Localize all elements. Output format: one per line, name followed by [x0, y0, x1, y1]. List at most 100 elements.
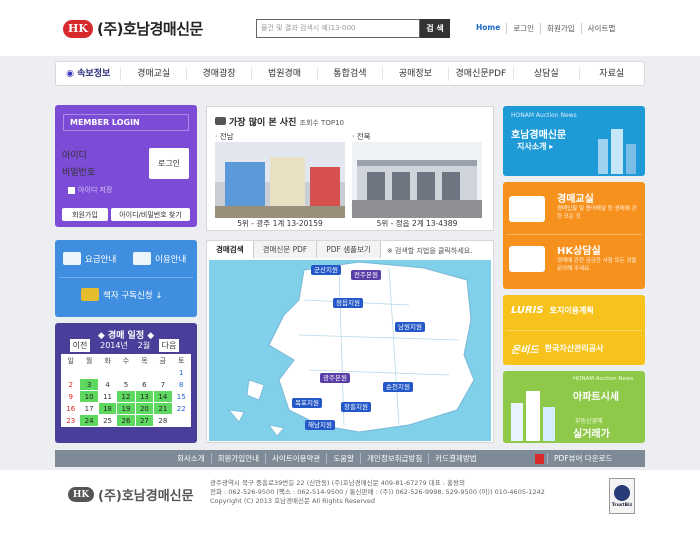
tab-pdf-sample[interactable]: PDF 샘플보기: [317, 241, 381, 258]
calendar-day: [60, 366, 81, 379]
monitor-icon: [133, 252, 151, 265]
sitemap-link[interactable]: 사이트맵: [580, 23, 622, 34]
nav-auction-class[interactable]: 경매교실: [120, 66, 185, 81]
calendar-day[interactable]: 24: [79, 414, 99, 427]
save-id-checkbox[interactable]: [68, 186, 75, 194]
calendar-next-button[interactable]: 다음: [159, 339, 179, 352]
password-input[interactable]: 비밀번호: [62, 165, 95, 178]
court-pin-jeonju[interactable]: 전주본원: [351, 270, 381, 280]
calendar-day[interactable]: 15: [171, 390, 192, 403]
footer-nav: 회사소개 회원가입안내 사이트이용약관 도움말 개인정보취급방침 카드결제방법 …: [55, 450, 645, 467]
footer-link-membership[interactable]: 회원가입안내: [210, 453, 265, 464]
real-transaction-link[interactable]: 실거래가: [573, 425, 610, 440]
nav-auction-plaza[interactable]: 경매광장: [185, 66, 251, 81]
calendar-day[interactable]: 17: [79, 402, 99, 415]
nav-integrated-search[interactable]: 통합검색: [316, 66, 382, 81]
calendar-day[interactable]: 28: [153, 414, 173, 427]
footer-link-card-payment[interactable]: 카드결제방법: [428, 453, 482, 464]
trustbiz-certificate[interactable]: TrustBiz: [609, 478, 635, 514]
calendar-day[interactable]: 19: [116, 402, 136, 415]
footer-link-about[interactable]: 회사소개: [171, 453, 211, 464]
nav-court-auction[interactable]: 법원경매: [251, 66, 316, 81]
calendar-day[interactable]: 11: [97, 390, 118, 403]
home-link[interactable]: Home: [470, 23, 506, 34]
calendar-day[interactable]: 9: [60, 390, 81, 403]
photo-caption-1[interactable]: 5위 - 광주 1계 13-20159: [215, 218, 345, 229]
calendar-day[interactable]: 14: [153, 390, 173, 403]
calendar-day[interactable]: 22: [171, 402, 192, 415]
join-link[interactable]: 회원가입: [540, 23, 581, 34]
branch-banner[interactable]: HONAM Auction News 호남경매신문 지사소개 ▸: [503, 106, 645, 176]
court-pin-jangheung[interactable]: 장흥지원: [341, 402, 371, 412]
find-account-button[interactable]: 아이디/비밀번호 찾기: [111, 208, 190, 221]
nav-newspaper-pdf[interactable]: 경매신문PDF: [447, 66, 513, 81]
apartment-banner-tag: HONAM Auction News: [573, 376, 634, 382]
nav-consulting[interactable]: 상담실: [513, 66, 578, 81]
join-button[interactable]: 회원가입: [62, 208, 108, 221]
photo-thumbnail-2[interactable]: [352, 142, 482, 218]
calendar-day[interactable]: 25: [97, 414, 118, 427]
id-input[interactable]: 아이디: [62, 148, 87, 161]
popular-photos: 가장 많이 본 사진 조회수 TOP10 · 전남 · 전북 5위 - 광주 1…: [206, 106, 494, 231]
nav-breaking-news[interactable]: 속보정보: [56, 67, 120, 81]
tab-newspaper-pdf[interactable]: 경매신문 PDF: [253, 241, 318, 258]
search-input[interactable]: 물건 및 결과 검색시 예)13-000: [256, 19, 420, 38]
court-pin-gwangju[interactable]: 광주본원: [320, 373, 350, 383]
court-pin-mokpo[interactable]: 목포지원: [292, 398, 322, 408]
calendar-day[interactable]: 5: [116, 378, 136, 391]
court-pin-haenam[interactable]: 해남지원: [305, 420, 335, 430]
calendar-week-row: 1: [60, 366, 192, 379]
calendar-day[interactable]: 21: [153, 402, 173, 415]
calendar-day[interactable]: 8: [171, 378, 192, 391]
login-button[interactable]: 로그인: [149, 148, 189, 179]
calendar-day[interactable]: 23: [60, 414, 81, 427]
company-phone: 전화 : 062-526-9500 (팩스 : 062-514-9500 / 통…: [210, 488, 545, 496]
footer-link-terms[interactable]: 사이트이용약관: [265, 453, 326, 464]
onbid-link[interactable]: 온비드 한국자산관리공사: [511, 341, 604, 356]
calendar-day[interactable]: 3: [79, 378, 99, 391]
calendar-prev-button[interactable]: 이전: [70, 339, 90, 352]
login-link[interactable]: 로그인: [506, 23, 540, 34]
fee-info-link[interactable]: 요금안내: [63, 252, 116, 265]
footer-link-help[interactable]: 도움말: [326, 453, 360, 464]
calendar-day[interactable]: 26: [116, 414, 136, 427]
counsel-banner-title[interactable]: HK상담실: [557, 242, 601, 257]
apartment-banner-sub: 부동산경매: [575, 418, 603, 425]
pdf-viewer-download[interactable]: PDF뷰어 다운로드: [535, 453, 618, 464]
calendar-day[interactable]: 13: [134, 390, 155, 403]
photo-caption-2[interactable]: 5위 - 정읍 2계 13-4389: [352, 218, 482, 229]
search-button[interactable]: 검 색: [420, 19, 450, 38]
weekday-mon: 월: [79, 354, 99, 367]
calendar-day[interactable]: 18: [97, 402, 118, 415]
court-pin-suncheon[interactable]: 순천지원: [383, 382, 413, 392]
calendar-day[interactable]: 6: [134, 378, 155, 391]
calendar-day[interactable]: 20: [134, 402, 155, 415]
nav-archive[interactable]: 자료실: [578, 66, 644, 81]
calendar-day[interactable]: 16: [60, 402, 81, 415]
court-pin-gunsan[interactable]: 군산지원: [311, 265, 341, 275]
luris-link[interactable]: LURIS 토지이용계획: [511, 305, 594, 316]
photo-thumbnail-1[interactable]: [215, 142, 345, 218]
photo-image-1: [215, 142, 345, 218]
usage-info-link[interactable]: 이용안내: [133, 252, 186, 265]
tab-auction-search[interactable]: 경매검색: [207, 241, 254, 258]
calendar-grid: 일 월 화 수 목 금 토 1 2 3 4 5 6 7 8 9 10 11 12 13 14 15 16 17 1…: [60, 354, 192, 427]
footer-link-privacy[interactable]: 개인정보취급방침: [360, 453, 428, 464]
apartment-price-link[interactable]: 아파트시세: [573, 388, 619, 403]
calendar-day[interactable]: 1: [171, 366, 192, 379]
nav-public-sale[interactable]: 공매정보: [382, 66, 447, 81]
calendar-day[interactable]: 12: [116, 390, 136, 403]
court-pin-jeongeup[interactable]: 정읍지원: [333, 298, 363, 308]
calendar-day[interactable]: 4: [97, 378, 118, 391]
calendar-day: [79, 366, 99, 379]
book-subscribe-link[interactable]: 책자 구독신청 ↓: [81, 288, 162, 301]
site-logo[interactable]: HK (주)호남경매신문: [63, 18, 203, 39]
photos-header: 가장 많이 본 사진 조회수 TOP10: [215, 115, 344, 128]
court-pin-namwon[interactable]: 남원지원: [395, 322, 425, 332]
calendar-day[interactable]: 2: [60, 378, 81, 391]
calendar-day[interactable]: 7: [153, 378, 173, 391]
class-banner-title[interactable]: 경매교실: [557, 190, 594, 205]
calendar-day[interactable]: 10: [79, 390, 99, 403]
save-id-option[interactable]: 아이디 저장: [68, 185, 112, 195]
calendar-day[interactable]: 27: [134, 414, 155, 427]
